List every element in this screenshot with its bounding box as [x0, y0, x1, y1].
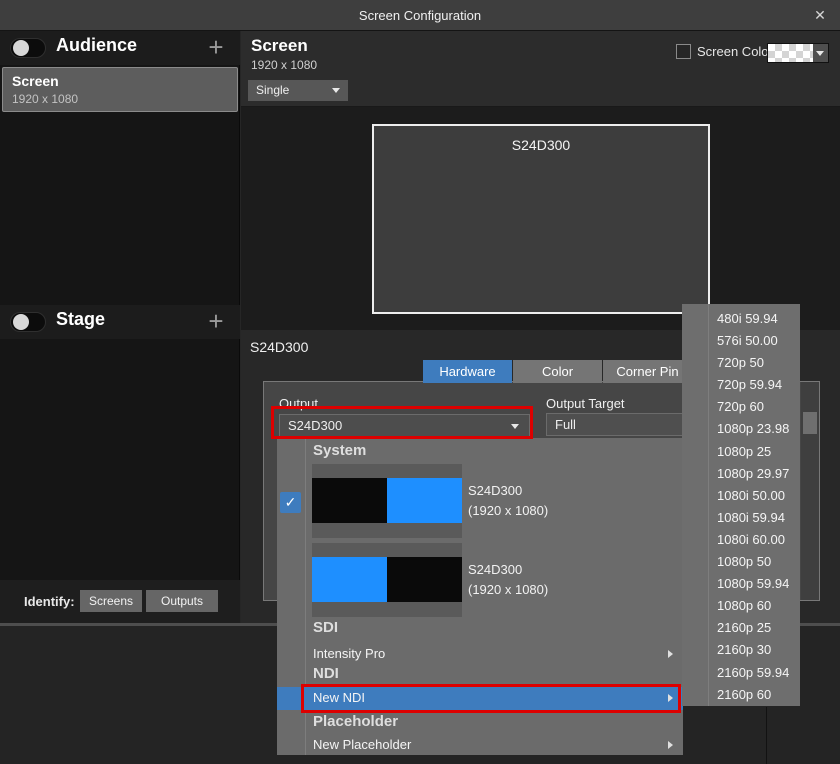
resolution-option[interactable]: 1080p 50 [682, 551, 800, 573]
menu-section-sdi: SDI [313, 619, 338, 636]
scrollbar-thumb[interactable] [803, 412, 817, 434]
menu-item-text: Intensity Pro [313, 646, 385, 661]
screens-sidebar: Audience + Screen 1920 x 1080 Stage + Id… [0, 31, 240, 623]
title-bar[interactable]: Screen Configuration ✕ [0, 0, 840, 31]
identify-outputs-button[interactable]: Outputs [146, 590, 218, 612]
display-arrangement-thumbnail [312, 543, 462, 617]
display-option-label: S24D300 (1920 x 1080) [468, 560, 548, 600]
other-monitor-swatch [312, 478, 387, 523]
transparent-checker-swatch [768, 44, 813, 62]
selected-monitor-swatch [387, 478, 462, 523]
screen-resolution: 1920 x 1080 [251, 58, 317, 72]
sidebar-item-screen[interactable]: Screen 1920 x 1080 [2, 67, 238, 112]
add-stage-screen-icon[interactable]: + [204, 307, 228, 335]
chevron-down-icon [816, 51, 824, 56]
audience-toggle[interactable] [10, 38, 46, 58]
display-option-label: S24D300 (1920 x 1080) [468, 481, 548, 521]
output-target-dropdown[interactable]: Full [546, 413, 685, 436]
identify-row: Identify: Screens Outputs [0, 580, 240, 623]
screen-color-swatch-dropdown[interactable] [767, 43, 829, 63]
output-preview-name: S24D300 [374, 137, 708, 153]
add-audience-screen-icon[interactable]: + [204, 33, 228, 61]
stage-label: Stage [56, 309, 105, 330]
resolution-option[interactable]: 1080i 59.94 [682, 507, 800, 529]
screen-item-resolution: 1920 x 1080 [12, 92, 78, 106]
dialog-title: Screen Configuration [0, 0, 840, 31]
display-name: S24D300 [468, 560, 548, 580]
stage-section-header: Stage + [0, 305, 240, 339]
tab-hardware[interactable]: Hardware [423, 360, 512, 383]
screen-configuration-dialog: Screen Configuration ✕ Audience + Screen… [0, 0, 840, 764]
resolution-option[interactable]: 1080p 29.97 [682, 463, 800, 485]
panel-scrollbar[interactable] [801, 382, 819, 600]
resolution-submenu: 480i 59.94 576i 50.00 720p 50 720p 59.94… [682, 304, 800, 706]
screen-color-label: Screen Color [697, 44, 773, 59]
toggle-knob [13, 314, 29, 330]
resolution-option[interactable]: 720p 60 [682, 396, 800, 418]
resolution-option[interactable]: 480i 59.94 [682, 308, 800, 330]
screen-color-checkbox[interactable] [676, 44, 691, 59]
stage-toggle[interactable] [10, 312, 46, 332]
output-preview-rect[interactable]: S24D300 [372, 124, 710, 314]
resolution-option[interactable]: 2160p 59.94 [682, 662, 800, 684]
resolution-option[interactable]: 1080i 50.00 [682, 485, 800, 507]
arrangement-dropdown[interactable]: Single [248, 80, 348, 101]
screen-item-title: Screen [12, 73, 59, 89]
resolution-option[interactable]: 2160p 60 [682, 684, 800, 706]
display-size: (1920 x 1080) [468, 501, 548, 521]
selected-monitor-swatch [312, 557, 387, 602]
identify-screens-button[interactable]: Screens [80, 590, 142, 612]
menu-item-text: New Placeholder [313, 737, 411, 752]
resolution-option[interactable]: 720p 50 [682, 352, 800, 374]
resolution-option[interactable]: 576i 50.00 [682, 330, 800, 352]
display-size: (1920 x 1080) [468, 580, 548, 600]
resolution-option[interactable]: 720p 59.94 [682, 374, 800, 396]
checkmark-icon: ✓ [280, 492, 301, 513]
identify-label: Identify: [24, 594, 75, 609]
submenu-arrow-icon [668, 741, 673, 749]
resolution-option[interactable]: 2160p 25 [682, 617, 800, 639]
screen-header: Screen 1920 x 1080 Single Screen Color [241, 31, 840, 107]
display-arrangement-thumbnail [312, 464, 462, 538]
resolution-option[interactable]: 1080i 60.00 [682, 529, 800, 551]
output-target-label: Output Target [546, 396, 625, 411]
audience-section-header: Audience + [0, 31, 240, 65]
menu-section-system: System [313, 442, 366, 459]
toggle-knob [13, 40, 29, 56]
output-target-value: Full [555, 414, 576, 435]
close-icon[interactable]: ✕ [806, 0, 834, 31]
screen-layout-canvas[interactable]: S24D300 [241, 107, 840, 330]
tab-color[interactable]: Color [513, 360, 602, 383]
annotation-highlight-output-dropdown [271, 406, 533, 439]
bottom-divider-line [766, 707, 767, 764]
arrangement-value: Single [256, 80, 289, 101]
audience-label: Audience [56, 35, 137, 56]
other-monitor-swatch [387, 557, 462, 602]
resolution-option[interactable]: 1080p 25 [682, 441, 800, 463]
resolution-option[interactable]: 1080p 59.94 [682, 573, 800, 595]
submenu-arrow-icon [668, 650, 673, 658]
chevron-down-icon [332, 88, 340, 93]
resolution-list: 480i 59.94 576i 50.00 720p 50 720p 59.94… [682, 308, 800, 706]
menu-section-placeholder: Placeholder [313, 713, 398, 730]
selected-output-name: S24D300 [250, 339, 308, 355]
tab-corner-pin[interactable]: Corner Pin [603, 360, 692, 383]
resolution-option[interactable]: 1080p 23.98 [682, 418, 800, 440]
editor-tabs: Hardware Color Corner Pin [423, 360, 693, 383]
resolution-option[interactable]: 2160p 30 [682, 639, 800, 661]
resolution-option[interactable]: 1080p 60 [682, 595, 800, 617]
screen-title: Screen [251, 36, 308, 56]
swatch-arrow-zone[interactable] [813, 44, 828, 62]
menu-section-ndi: NDI [313, 665, 339, 682]
display-name: S24D300 [468, 481, 548, 501]
annotation-highlight-new-ndi [301, 684, 681, 713]
